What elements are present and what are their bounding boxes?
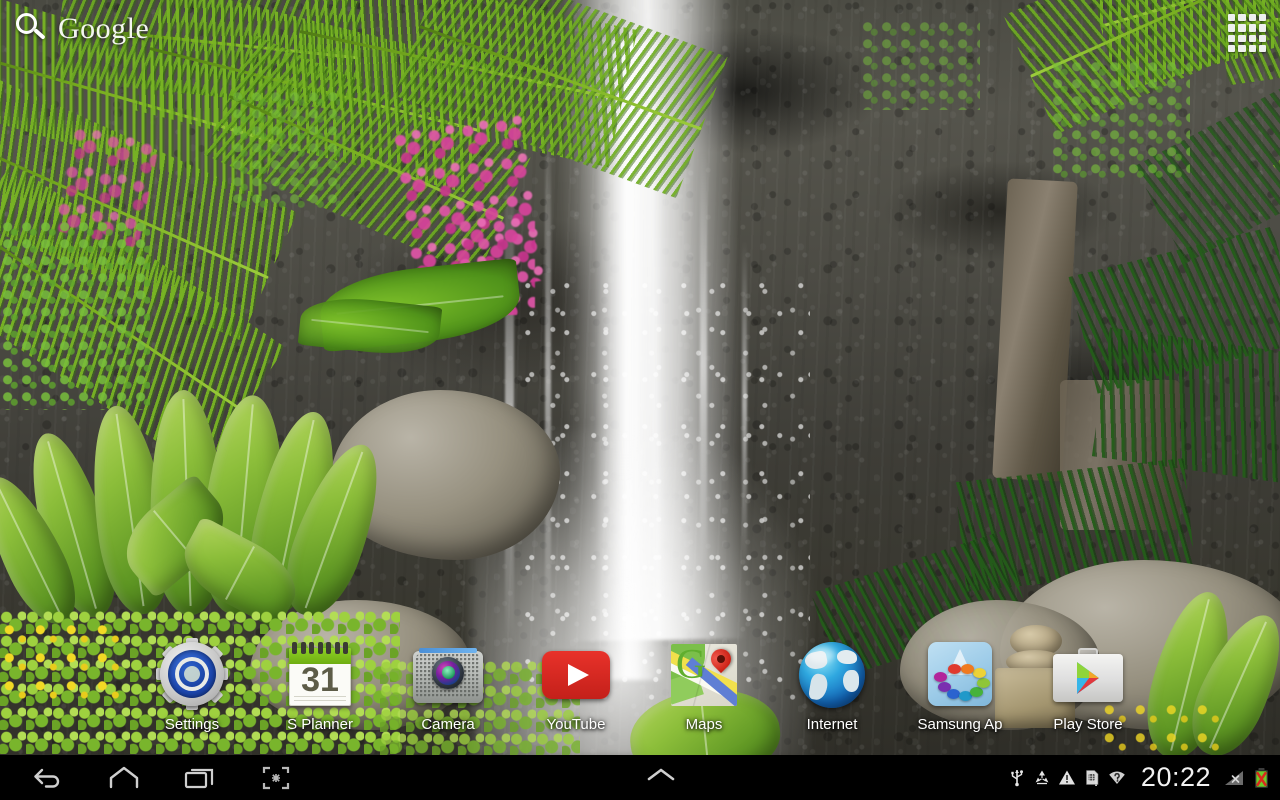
- maps-icon: G: [668, 638, 740, 710]
- no-signal-icon: [1225, 770, 1243, 785]
- app-label-s-planner: S Planner: [287, 716, 353, 733]
- app-label-internet: Internet: [806, 716, 858, 733]
- recent-apps-icon[interactable]: [162, 755, 238, 800]
- settings-gear-icon: [156, 638, 228, 710]
- recycle-icon: [1035, 770, 1049, 785]
- home-icon[interactable]: [86, 755, 162, 800]
- search-icon: [14, 12, 48, 46]
- app-label-camera: Camera: [421, 716, 475, 733]
- samsung-apps-icon: [924, 638, 996, 710]
- play-store-icon: [1052, 638, 1124, 710]
- google-search-widget[interactable]: Google: [14, 12, 149, 46]
- app-icon-camera[interactable]: Camera: [384, 638, 512, 733]
- youtube-icon: [540, 638, 612, 710]
- app-label-samsung-apps: Samsung Ap: [917, 716, 1003, 733]
- nav-center-group: [314, 764, 1008, 791]
- shrink-window-icon[interactable]: [238, 755, 314, 800]
- app-icon-s-planner[interactable]: 31 S Planner: [256, 638, 384, 733]
- camera-icon: [412, 638, 484, 710]
- app-label-settings: Settings: [164, 716, 220, 733]
- warning-icon: [1058, 770, 1075, 785]
- battery-error-icon: [1255, 767, 1268, 788]
- home-screen-layer: Google Settings 31 S Planner Camera YouT…: [0, 0, 1280, 755]
- app-icon-internet[interactable]: Internet: [768, 638, 896, 733]
- usb-icon: [1011, 770, 1023, 787]
- navigation-bar: 20:22: [0, 755, 1280, 800]
- device-screen: Google Settings 31 S Planner Camera YouT…: [0, 0, 1280, 800]
- status-clock: 20:22: [1140, 762, 1211, 792]
- app-dock: Settings 31 S Planner Camera YouTube Map…: [0, 638, 1280, 733]
- apps-grid-icon[interactable]: [1224, 10, 1270, 56]
- app-icon-maps[interactable]: G Maps: [640, 638, 768, 733]
- app-label-play-store: Play Store: [1053, 716, 1123, 733]
- app-icon-samsung-apps[interactable]: Samsung Ap: [896, 638, 1024, 733]
- status-tray[interactable]: 20:22: [1008, 762, 1280, 793]
- globe-icon: [796, 638, 868, 710]
- chevron-up-icon[interactable]: [639, 764, 683, 791]
- app-label-maps: Maps: [685, 716, 723, 733]
- wifi-unknown-icon: [1109, 771, 1125, 784]
- app-icon-settings[interactable]: Settings: [128, 638, 256, 733]
- app-icon-youtube[interactable]: YouTube: [512, 638, 640, 733]
- back-arrow-icon[interactable]: [10, 755, 86, 800]
- nav-left-group: [0, 755, 314, 800]
- google-search-label: Google: [58, 12, 150, 45]
- app-label-youtube: YouTube: [546, 716, 606, 733]
- sim-card-alert-icon: [1086, 770, 1099, 786]
- calendar-icon: 31: [284, 638, 356, 710]
- app-icon-play-store[interactable]: Play Store: [1024, 638, 1152, 733]
